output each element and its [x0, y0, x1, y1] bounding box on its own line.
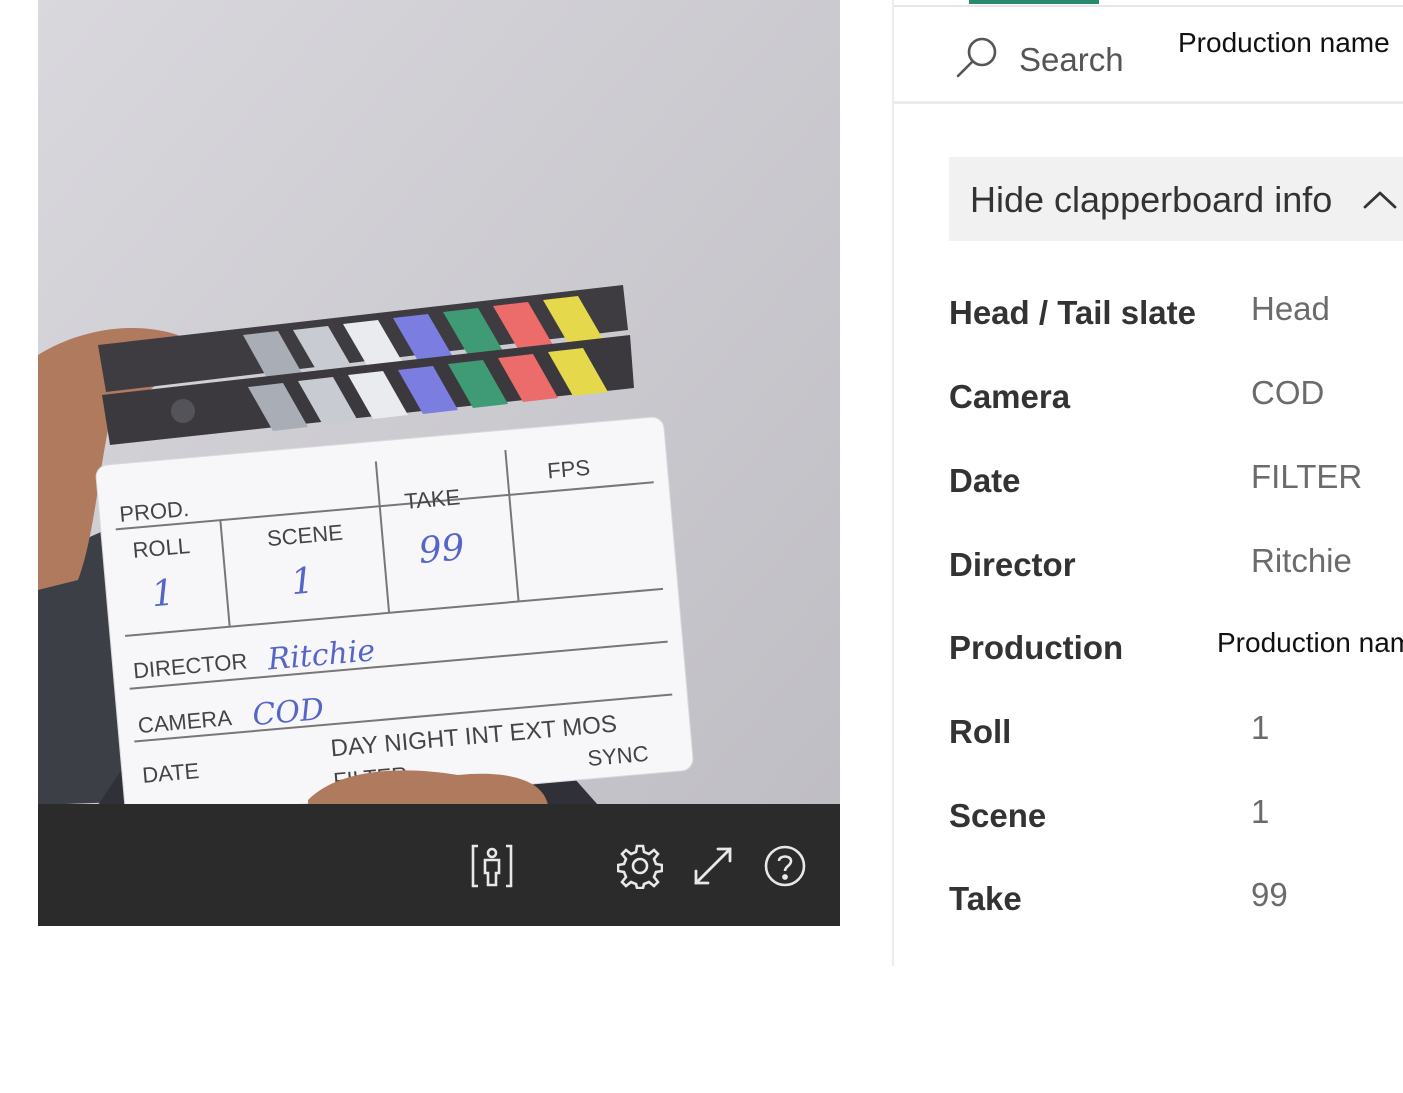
clapperboard-slate: PROD. ROLL SCENE TAKE FPS 1 1 99 DIRECTO…: [95, 416, 694, 820]
slate-roll-label: ROLL: [132, 533, 191, 563]
info-value: 1: [1251, 793, 1270, 830]
info-row-camera: Camera COD: [949, 374, 1403, 438]
person-frame-button[interactable]: [468, 842, 516, 890]
slate-take-label: TAKE: [403, 484, 461, 514]
slate-sync-label: SYNC: [586, 741, 649, 771]
video-frame: PROD. ROLL SCENE TAKE FPS 1 1 99 DIRECTO…: [38, 0, 840, 926]
info-label: Camera: [949, 378, 1071, 415]
info-row-scene: Scene 1: [949, 793, 1403, 857]
info-value: Production name: [1217, 627, 1403, 658]
info-label: Date: [949, 462, 1021, 499]
expand-icon: [690, 843, 736, 889]
person-frame-icon: [469, 843, 515, 889]
hide-clapperboard-info-button[interactable]: Hide clapperboard info: [949, 157, 1403, 241]
info-value: 99: [1251, 876, 1288, 913]
toggle-label: Hide clapperboard info: [970, 179, 1333, 220]
info-label: Take: [949, 880, 1022, 917]
info-row-date: Date FILTER: [949, 458, 1403, 522]
search-input[interactable]: Search: [1019, 41, 1124, 79]
help-icon: [762, 843, 808, 889]
help-button[interactable]: [761, 842, 809, 890]
info-value: Ritchie: [1251, 542, 1352, 579]
info-row-director: Director Ritchie: [949, 542, 1403, 606]
search-icon: [954, 33, 1002, 85]
info-label: Scene: [949, 797, 1047, 834]
slate-roll-value: 1: [150, 573, 176, 616]
settings-button[interactable]: [616, 842, 664, 890]
info-label: Head / Tail slate: [949, 294, 1196, 331]
info-value: 1: [1251, 709, 1270, 746]
info-row-head-tail-slate: Head / Tail slate Head: [949, 290, 1403, 354]
slate-camera-value: COD: [251, 692, 325, 733]
chevron-up-icon: [1362, 189, 1398, 215]
info-row-take: Take 99: [949, 876, 1403, 940]
info-label: Production: [949, 629, 1124, 666]
info-label: Roll: [949, 713, 1012, 750]
search-bar[interactable]: Search Production name: [894, 7, 1403, 104]
info-value: COD: [1251, 374, 1325, 411]
info-row-roll: Roll 1: [949, 709, 1403, 773]
slate-take-value: 99: [417, 527, 466, 572]
info-value: FILTER: [1251, 458, 1363, 495]
gear-icon: [617, 843, 663, 889]
clapperboard-info-panel: Search Production name Hide clapperboard…: [892, 0, 1403, 966]
production-name-label: Production name: [1178, 27, 1390, 58]
slate-scene-value: 1: [289, 560, 315, 603]
fullscreen-button[interactable]: [689, 842, 737, 890]
slate-date-label: DATE: [141, 758, 200, 788]
info-row-production: Production Production name: [949, 627, 1403, 689]
info-label: Director: [949, 546, 1076, 583]
video-control-bar: [38, 804, 840, 926]
video-player[interactable]: PROD. ROLL SCENE TAKE FPS 1 1 99 DIRECTO…: [38, 0, 840, 926]
info-value: Head: [1251, 290, 1330, 327]
slate-fps-label: FPS: [546, 455, 591, 484]
active-tab-indicator: [969, 0, 1099, 4]
